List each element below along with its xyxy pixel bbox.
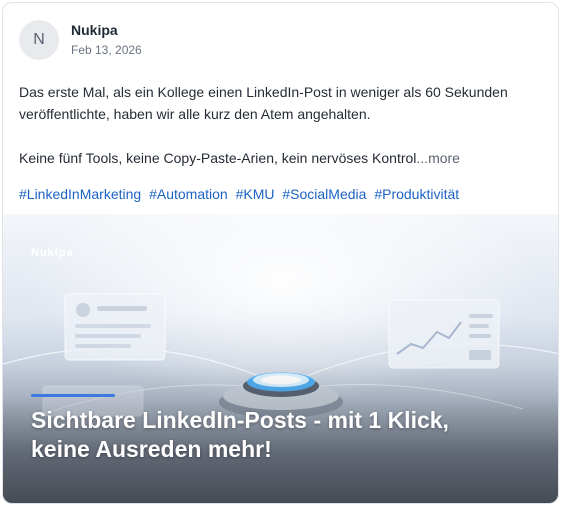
author-name[interactable]: Nukipa [71, 21, 142, 39]
author-meta: Nukipa Feb 13, 2026 [71, 21, 142, 59]
post-card: N Nukipa Feb 13, 2026 Das erste Mal, als… [2, 2, 559, 504]
hashtag-list: #LinkedInMarketing #Automation #KMU #Soc… [19, 183, 463, 205]
right-chart-panel [388, 299, 500, 369]
hashtag-link[interactable]: #Automation [149, 186, 228, 202]
post-date: Feb 13, 2026 [71, 43, 142, 57]
left-dashboard-panel [64, 293, 166, 361]
accent-line [31, 394, 115, 397]
brand-watermark: Nukipa [31, 247, 74, 259]
avatar[interactable]: N [19, 20, 59, 60]
post-paragraph-2-text: Keine fünf Tools, keine Copy-Paste-Arien… [19, 150, 417, 166]
hashtag-link[interactable]: #KMU [236, 186, 275, 202]
post-paragraph-1: Das erste Mal, als ein Kollege einen Lin… [19, 84, 508, 122]
hashtag-link[interactable]: #SocialMedia [282, 186, 366, 202]
post-body: Das erste Mal, als ein Kollege einen Lin… [19, 81, 539, 169]
see-more-link[interactable]: ...more [416, 150, 460, 166]
hashtag-link[interactable]: #LinkedInMarketing [19, 186, 141, 202]
post-image[interactable]: Nukipa Sichtbare LinkedIn-Posts - mit 1 … [3, 214, 558, 503]
post-header: N Nukipa Feb 13, 2026 [19, 19, 142, 61]
image-headline: Sichtbare LinkedIn-Posts - mit 1 Klick, … [31, 407, 449, 462]
post-paragraph-2: Keine fünf Tools, keine Copy-Paste-Arien… [19, 147, 539, 169]
hashtag-link[interactable]: #Produktivität [374, 186, 459, 202]
